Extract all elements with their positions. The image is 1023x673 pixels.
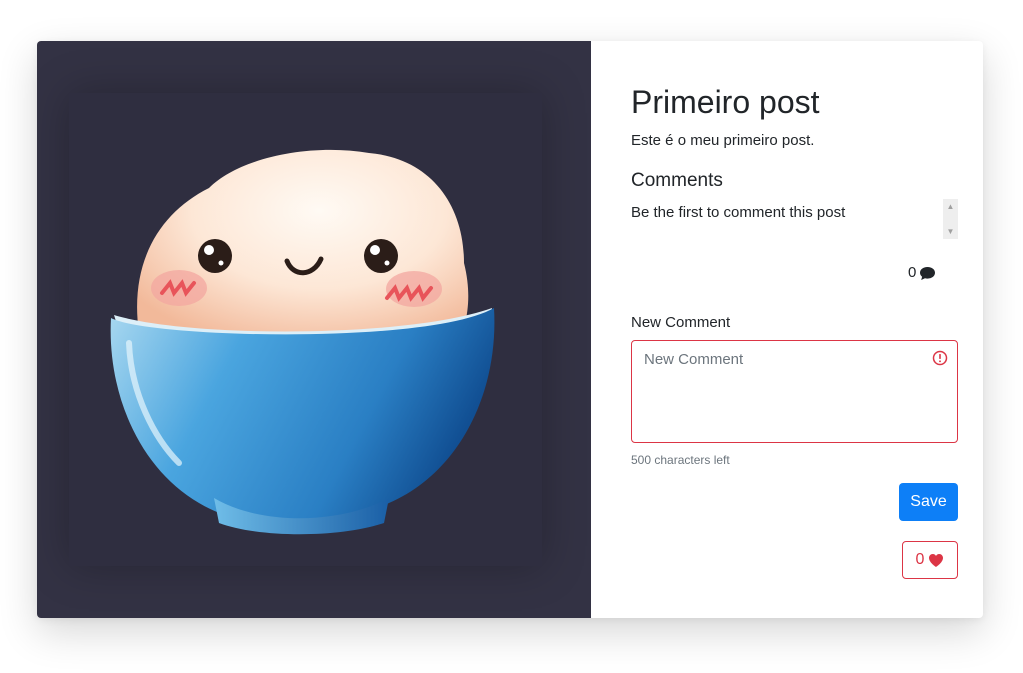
new-comment-textarea[interactable] bbox=[631, 340, 958, 443]
new-comment-field bbox=[631, 340, 958, 443]
save-button[interactable]: Save bbox=[899, 483, 958, 521]
rice-bowl-illustration bbox=[110, 149, 495, 535]
post-body: Este é o meu primeiro post. bbox=[631, 132, 815, 149]
new-comment-label: New Comment bbox=[631, 314, 731, 331]
comments-heading: Comments bbox=[631, 170, 723, 191]
comment-count-value: 0 bbox=[908, 264, 917, 281]
heart-icon bbox=[929, 553, 944, 567]
scroll-down-icon[interactable]: ▼ bbox=[946, 227, 955, 236]
like-button[interactable]: 0 bbox=[902, 541, 958, 579]
comments-list[interactable]: Be the first to comment this post ▲ ▼ bbox=[631, 199, 958, 239]
comments-empty-message: Be the first to comment this post bbox=[631, 204, 846, 221]
post-image-pane bbox=[37, 41, 591, 618]
post-title: Primeiro post bbox=[631, 84, 820, 120]
post-content-pane: Primeiro post Este é o meu primeiro post… bbox=[591, 41, 983, 618]
like-count: 0 bbox=[915, 551, 925, 568]
scroll-up-icon[interactable]: ▲ bbox=[946, 202, 955, 211]
comment-count: 0 bbox=[908, 263, 936, 283]
comments-scrollbar[interactable]: ▲ ▼ bbox=[943, 199, 958, 239]
post-card: Primeiro post Este é o meu primeiro post… bbox=[37, 41, 983, 618]
characters-left: 500 characters left bbox=[631, 453, 730, 467]
post-image bbox=[69, 93, 542, 566]
comment-icon bbox=[920, 266, 936, 280]
exclamation-circle-icon bbox=[932, 350, 948, 366]
